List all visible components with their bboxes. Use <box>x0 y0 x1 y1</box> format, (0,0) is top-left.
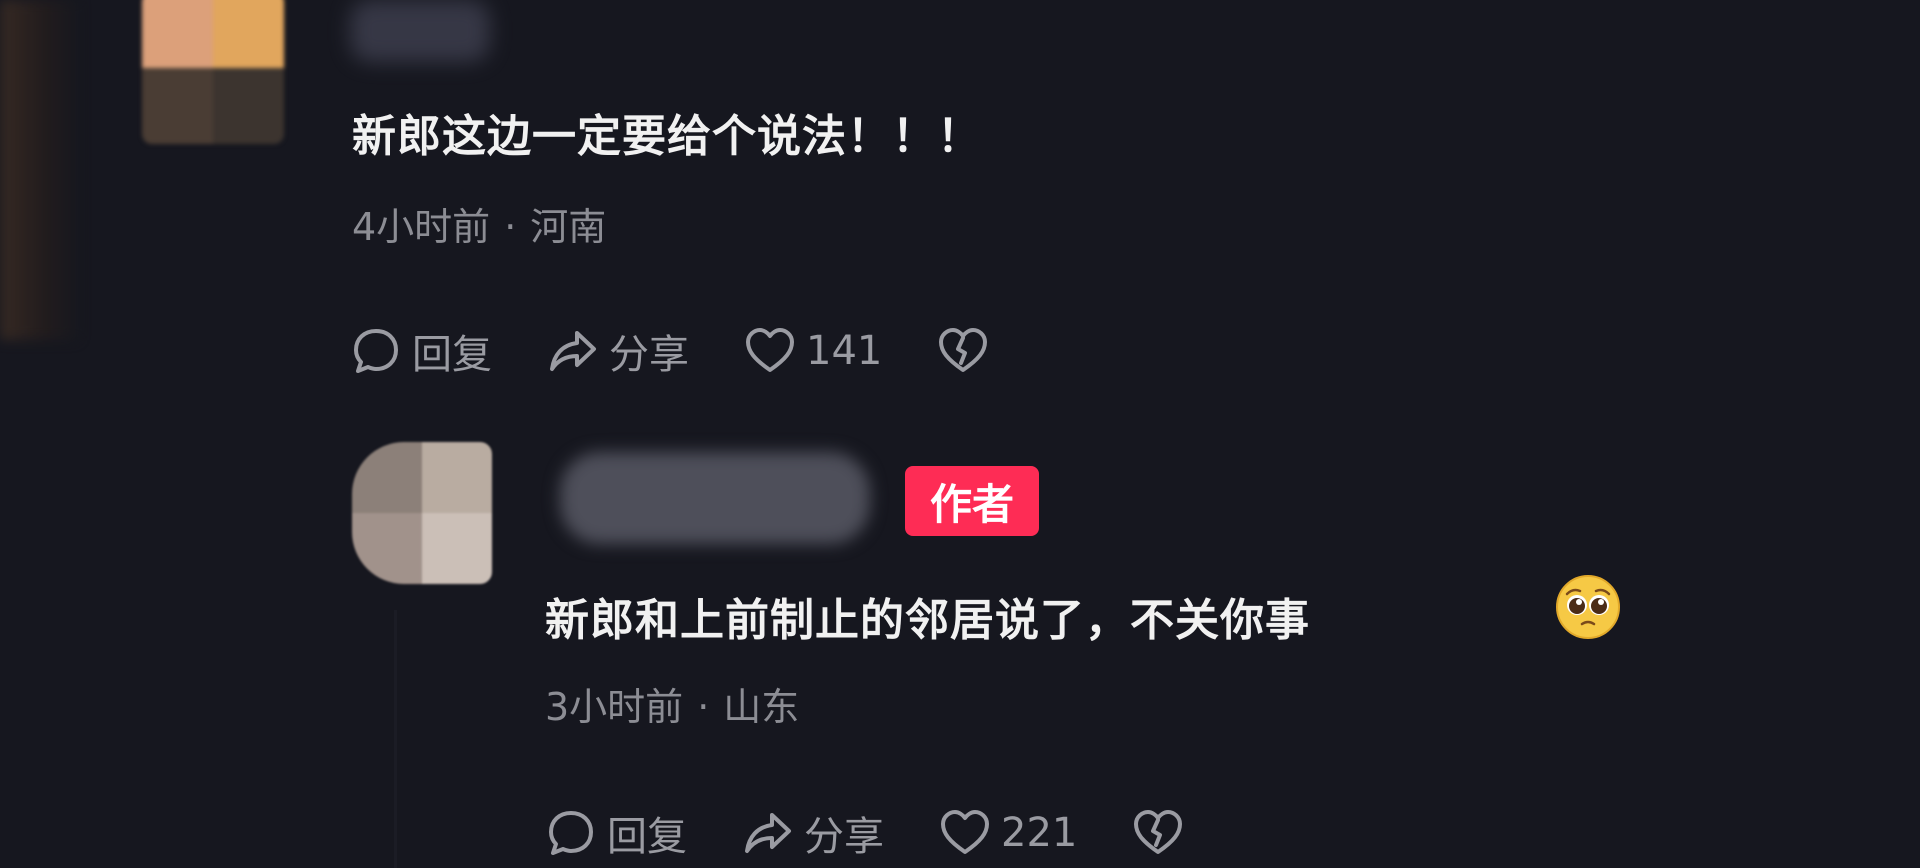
reply-button[interactable]: 回复 <box>350 322 492 380</box>
thread-line <box>394 610 397 868</box>
share-button[interactable]: 分享 <box>742 804 884 862</box>
share-label: 分享 <box>804 814 884 860</box>
reply-label: 回复 <box>607 814 687 860</box>
dislike-button[interactable] <box>937 325 999 377</box>
like-count: 141 <box>806 328 883 374</box>
share-icon <box>550 331 596 371</box>
share-button[interactable]: 分享 <box>547 322 689 380</box>
comment-screen: 新郎这边一定要给个说法！！！ 4小时前 · 河南 回复 分享 141 作者 新郎和上… <box>0 0 1920 868</box>
like-count: 221 <box>1001 810 1078 856</box>
share-icon <box>745 813 791 853</box>
blurred-author-username[interactable] <box>560 452 870 544</box>
share-label: 分享 <box>609 332 689 378</box>
comment-location: 河南 <box>530 205 607 249</box>
like-button[interactable]: 141 <box>744 325 882 377</box>
like-button[interactable]: 221 <box>939 807 1077 859</box>
reply-label: 回复 <box>412 332 492 378</box>
reply-time: 3小时前 <box>545 685 684 729</box>
reply-actions: 回复 分享 221 <box>545 804 1194 862</box>
comment-meta: 4小时前 · 河南 <box>352 196 606 251</box>
author-avatar[interactable] <box>352 442 492 584</box>
comment-actions: 回复 分享 141 <box>350 322 999 380</box>
broken-heart-icon <box>1134 810 1183 854</box>
reply-button[interactable]: 回复 <box>545 804 687 862</box>
meta-separator: · <box>504 205 517 249</box>
comment-icon <box>354 329 398 373</box>
avatar[interactable] <box>142 0 284 144</box>
blurred-username[interactable] <box>350 0 490 62</box>
blurred-edge <box>0 0 78 340</box>
broken-heart-icon <box>939 328 988 372</box>
meta-separator: · <box>697 685 710 729</box>
reply-location: 山东 <box>723 685 800 729</box>
comment-icon <box>549 811 593 855</box>
pleading-face-emoji-icon <box>1556 575 1620 639</box>
heart-icon <box>746 328 794 372</box>
comment-text: 新郎这边一定要给个说法！！！ <box>352 111 982 162</box>
comment-time: 4小时前 <box>352 205 491 249</box>
author-badge: 作者 <box>905 466 1039 536</box>
reply-text: 新郎和上前制止的邻居说了，不关你事 <box>545 595 1310 646</box>
heart-icon <box>941 810 989 854</box>
dislike-button[interactable] <box>1132 807 1194 859</box>
reply-meta: 3小时前 · 山东 <box>545 676 799 731</box>
